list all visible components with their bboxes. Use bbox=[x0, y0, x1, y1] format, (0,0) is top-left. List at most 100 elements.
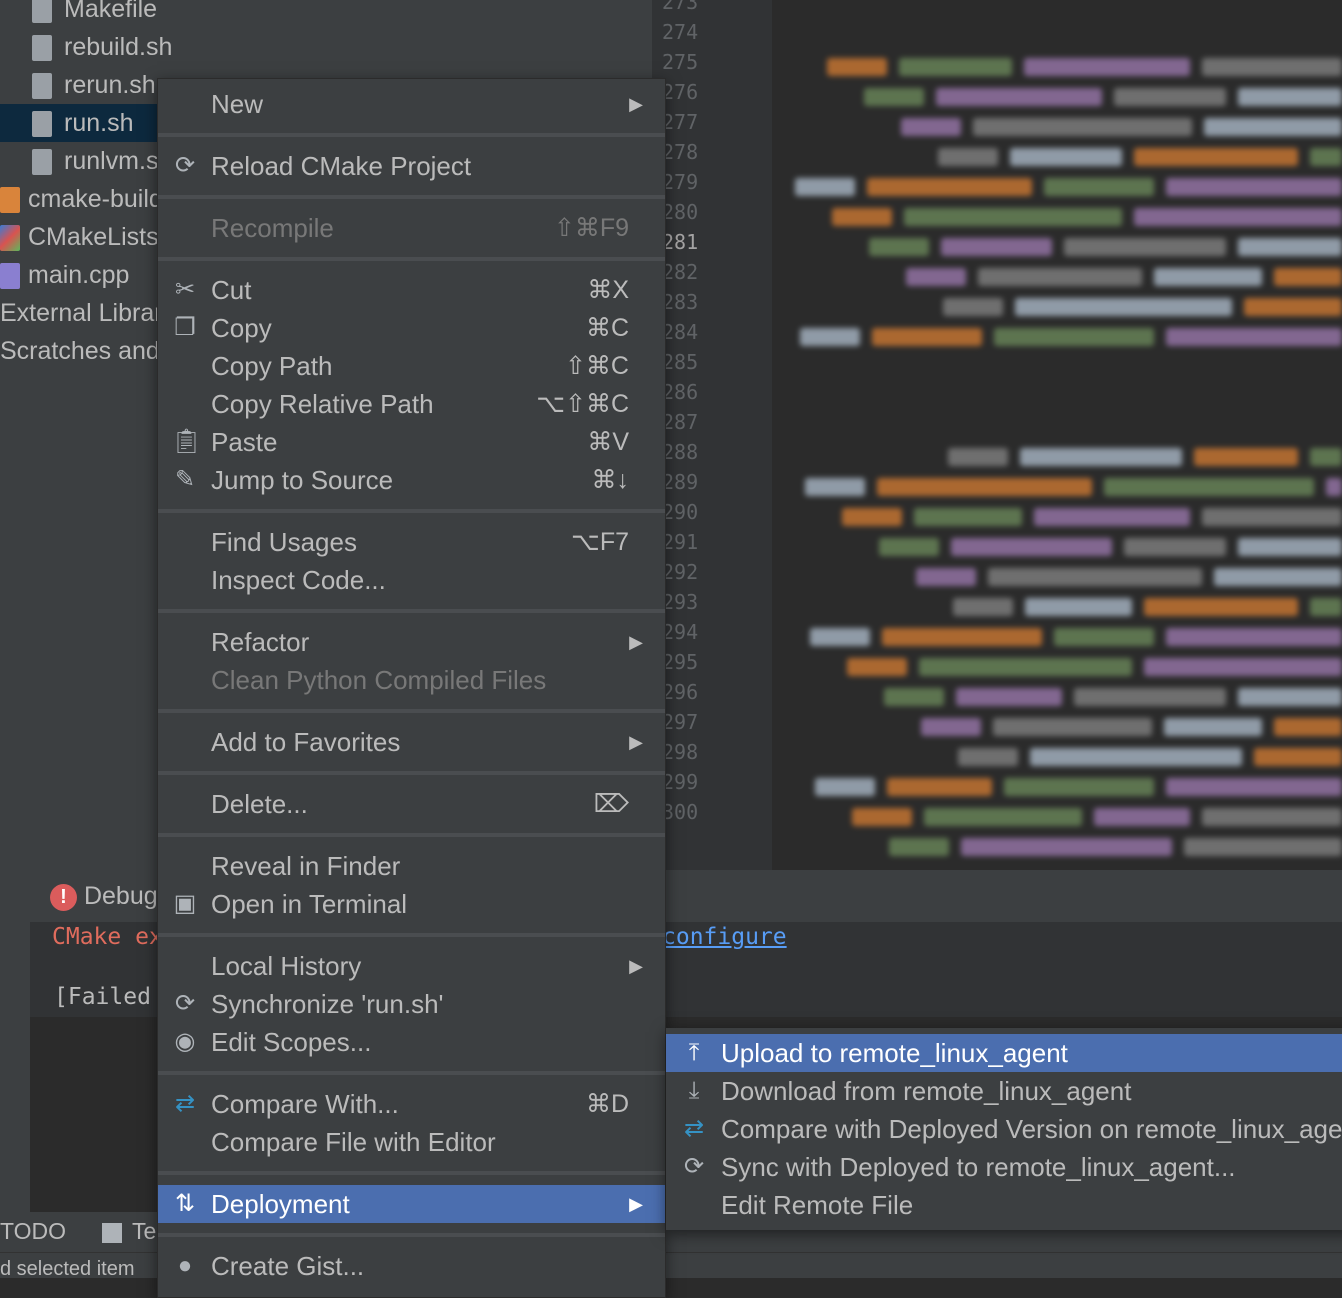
menu-item-edit-scopes[interactable]: ◉ Edit Scopes... bbox=[158, 1023, 665, 1061]
menu-item-paste[interactable]: 📋︎ Paste ⌘V bbox=[158, 423, 665, 461]
code-text bbox=[1238, 538, 1342, 556]
menu-item-synchronize-run-sh[interactable]: ⟳ Synchronize 'run.sh' bbox=[158, 985, 665, 1023]
code-text bbox=[906, 268, 966, 286]
code-text bbox=[899, 58, 1012, 76]
reload-icon: ⟳ bbox=[683, 1153, 705, 1180]
code-text bbox=[887, 778, 992, 796]
line-number: 291 bbox=[662, 530, 699, 554]
line-number: 283 bbox=[662, 290, 699, 314]
configure-link[interactable]: configure bbox=[662, 924, 787, 950]
submenu-item-compare-with-deployed-version-on-remote-linux-agent[interactable]: ⇄ Compare with Deployed Version on remote… bbox=[666, 1110, 1342, 1148]
menu-separator bbox=[158, 1171, 665, 1175]
cpp-file-icon bbox=[0, 263, 20, 290]
submenu-item-label: Sync with Deployed to remote_linux_agent… bbox=[721, 1152, 1236, 1182]
copy-icon: ❐ bbox=[174, 314, 196, 341]
menu-item-copy[interactable]: ❐ Copy ⌘C bbox=[158, 309, 665, 347]
code-text bbox=[1254, 748, 1342, 766]
code-text bbox=[1274, 718, 1342, 736]
code-text bbox=[956, 688, 1062, 706]
code-text bbox=[953, 598, 1013, 616]
code-text bbox=[1104, 478, 1314, 496]
menu-item-local-history[interactable]: Local History ▶ bbox=[158, 947, 665, 985]
compare-icon: ⇄ bbox=[174, 1090, 196, 1117]
terminal-icon: ▣ bbox=[173, 890, 197, 917]
menu-item-find-usages[interactable]: Find Usages ⌥F7 bbox=[158, 523, 665, 561]
menu-item-create-gist[interactable]: ● Create Gist... bbox=[158, 1247, 665, 1285]
submenu-arrow-icon: ▶ bbox=[629, 732, 643, 752]
menu-item-copy-path[interactable]: Copy Path ⇧⌘C bbox=[158, 347, 665, 385]
submenu-item-upload-to-remote-linux-agent[interactable]: ⤒ Upload to remote_linux_agent bbox=[666, 1034, 1342, 1072]
shortcut-label: ⌘↓ bbox=[591, 466, 630, 494]
line-number: 281 bbox=[662, 230, 699, 254]
menu-item-new[interactable]: New ▶ bbox=[158, 85, 665, 123]
code-text bbox=[973, 118, 1192, 136]
menu-item-add-to-favorites[interactable]: Add to Favorites ▶ bbox=[158, 723, 665, 761]
menu-item-label: Compare File with Editor bbox=[211, 1127, 496, 1157]
cmake-error-text: CMake ex bbox=[52, 924, 163, 950]
menu-separator bbox=[158, 257, 665, 261]
submenu-item-sync-with-deployed-to-remote-linux-agent[interactable]: ⟳ Sync with Deployed to remote_linux_agen… bbox=[666, 1148, 1342, 1186]
code-text bbox=[827, 58, 887, 76]
line-number: 294 bbox=[662, 620, 699, 644]
code-text bbox=[1202, 58, 1342, 76]
menu-separator bbox=[158, 933, 665, 937]
menu-item-reload-cmake-project[interactable]: ⟳ Reload CMake Project bbox=[158, 147, 665, 185]
code-text bbox=[1064, 238, 1226, 256]
menu-item-delete[interactable]: Delete... ⌦ bbox=[158, 785, 665, 823]
menu-item-deployment[interactable]: ⇅ Deployment ▶ bbox=[158, 1185, 665, 1223]
submenu-item-download-from-remote-linux-agent[interactable]: ⤓ Download from remote_linux_agent bbox=[666, 1072, 1342, 1110]
debug-tab[interactable]: ! Debug bbox=[50, 882, 158, 911]
code-text bbox=[1134, 148, 1298, 166]
file-icon bbox=[32, 0, 52, 24]
menu-separator bbox=[158, 609, 665, 613]
line-number: 295 bbox=[662, 650, 699, 674]
menu-item-copy-relative-path[interactable]: Copy Relative Path ⌥⇧⌘C bbox=[158, 385, 665, 423]
menu-item-label: Create Gist... bbox=[211, 1251, 365, 1281]
menu-item-jump-to-source[interactable]: ✎ Jump to Source ⌘↓ bbox=[158, 461, 665, 499]
shortcut-label: ⇧⌘F9 bbox=[553, 214, 629, 242]
menu-item-recompile[interactable]: Recompile ⇧⌘F9 bbox=[158, 209, 665, 247]
code-text bbox=[869, 238, 929, 256]
tree-item[interactable]: rebuild.sh bbox=[0, 28, 652, 66]
menu-item-label: New bbox=[211, 89, 264, 119]
line-number: 277 bbox=[662, 110, 699, 134]
code-text bbox=[864, 88, 924, 106]
menu-item-label: Find Usages bbox=[211, 527, 357, 557]
submenu-item-label: Upload to remote_linux_agent bbox=[721, 1038, 1068, 1068]
console-left-toolbar bbox=[0, 922, 30, 1212]
scope-icon: ◉ bbox=[174, 1028, 196, 1055]
github-icon: ● bbox=[177, 1252, 193, 1279]
todo-tab[interactable]: TODO bbox=[0, 1218, 66, 1245]
menu-item-cut[interactable]: ✂ Cut ⌘X bbox=[158, 271, 665, 309]
menu-item-refactor[interactable]: Refactor ▶ bbox=[158, 623, 665, 661]
line-number: 290 bbox=[662, 500, 699, 524]
menu-separator bbox=[158, 833, 665, 837]
line-number: 280 bbox=[662, 200, 699, 224]
line-number: 274 bbox=[662, 20, 699, 44]
menu-item-reveal-in-finder[interactable]: Reveal in Finder bbox=[158, 847, 665, 885]
menu-item-inspect-code[interactable]: Inspect Code... bbox=[158, 561, 665, 599]
menu-item-open-in-terminal[interactable]: ▣ Open in Terminal bbox=[158, 885, 665, 923]
line-number: 285 bbox=[662, 350, 699, 374]
tree-item-label: main.cpp bbox=[28, 261, 130, 289]
menu-item-compare-with[interactable]: ⇄ Compare With... ⌘D bbox=[158, 1085, 665, 1123]
tree-item[interactable]: Makefile bbox=[0, 0, 652, 28]
line-number: 279 bbox=[662, 170, 699, 194]
terminal-icon bbox=[102, 1222, 122, 1243]
menu-item-compare-file-with-editor[interactable]: Compare File with Editor bbox=[158, 1123, 665, 1161]
submenu-item-edit-remote-file[interactable]: Edit Remote File bbox=[666, 1186, 1342, 1224]
code-text bbox=[1164, 718, 1262, 736]
code-text bbox=[1202, 508, 1342, 526]
terminal-tab[interactable]: Te bbox=[102, 1218, 156, 1245]
code-text bbox=[1166, 178, 1342, 196]
menu-item-label: Compare With... bbox=[211, 1089, 399, 1119]
code-text bbox=[1044, 178, 1154, 196]
code-text bbox=[941, 238, 1052, 256]
code-text bbox=[919, 658, 1132, 676]
code-text bbox=[877, 478, 1092, 496]
code-text bbox=[993, 718, 1152, 736]
menu-item-label: Delete... bbox=[211, 789, 308, 819]
code-text bbox=[1030, 748, 1242, 766]
line-number: 275 bbox=[662, 50, 699, 74]
menu-item-clean-python-compiled-files[interactable]: Clean Python Compiled Files bbox=[158, 661, 665, 699]
